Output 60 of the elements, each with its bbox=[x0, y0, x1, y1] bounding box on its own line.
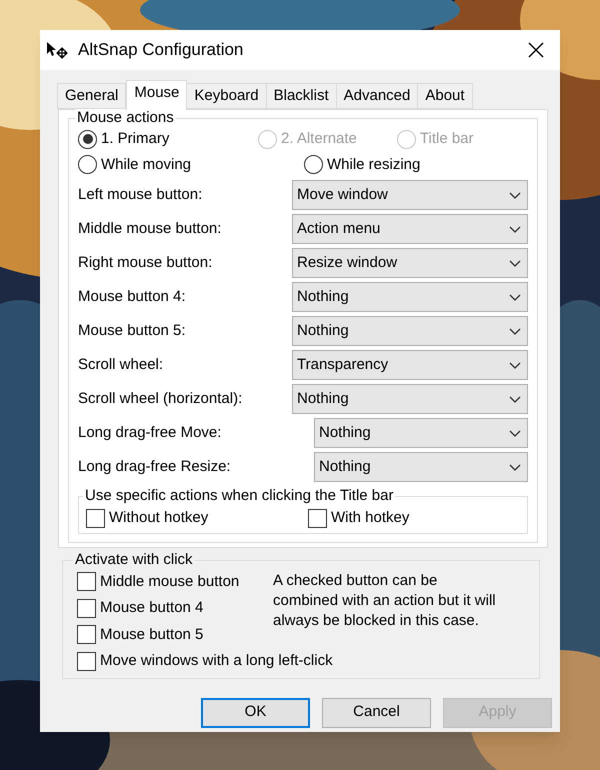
field-label: Long drag-free Move: bbox=[78, 422, 222, 443]
checkbox[interactable] bbox=[308, 508, 327, 528]
checkbox-label: Mouse button 4 bbox=[100, 598, 204, 618]
field-label: Mouse button 4: bbox=[78, 286, 186, 307]
chevron-down-icon bbox=[509, 294, 521, 300]
field-label: Left mouse button: bbox=[78, 184, 202, 205]
checkbox[interactable] bbox=[77, 598, 96, 618]
checkbox-label: With hotkey bbox=[331, 508, 410, 528]
field-label: Right mouse button: bbox=[78, 252, 212, 273]
chevron-down-icon bbox=[509, 396, 521, 402]
dropdown[interactable]: Nothing bbox=[292, 384, 528, 414]
radio-button[interactable] bbox=[78, 130, 97, 149]
tab[interactable]: Keyboard bbox=[186, 83, 267, 109]
group-title: Use specific actions when clicking the Title bar bbox=[83, 487, 396, 505]
dropdown[interactable]: Resize window bbox=[292, 248, 528, 278]
dropdown[interactable]: Nothing bbox=[292, 282, 528, 312]
chevron-down-icon bbox=[509, 464, 521, 470]
dropdown[interactable]: Action menu bbox=[292, 214, 528, 244]
radio-label: 2. Alternate bbox=[281, 129, 357, 149]
tab[interactable]: Advanced bbox=[336, 83, 418, 109]
radio-button[interactable] bbox=[78, 155, 97, 174]
radio-button[interactable] bbox=[304, 155, 323, 174]
tab[interactable]: About bbox=[417, 83, 473, 109]
dialog-button[interactable]: OK bbox=[201, 698, 310, 728]
dropdown[interactable]: Nothing bbox=[314, 418, 528, 448]
close-icon bbox=[528, 42, 544, 58]
checkbox-label: Mouse button 5 bbox=[100, 624, 204, 644]
chevron-down-icon bbox=[509, 328, 521, 334]
dropdown[interactable]: Transparency bbox=[292, 350, 528, 380]
chevron-down-icon bbox=[509, 362, 521, 368]
field-label: Mouse button 5: bbox=[78, 320, 186, 341]
radio-label: 1. Primary bbox=[101, 129, 170, 149]
checkbox-label: Middle mouse button bbox=[100, 572, 240, 592]
field-label: Middle mouse button: bbox=[78, 218, 222, 239]
tab[interactable]: Blacklist bbox=[266, 83, 337, 109]
checkbox-label: Move windows with a long left-click bbox=[100, 651, 333, 671]
dropdown[interactable]: Nothing bbox=[292, 316, 528, 346]
tab[interactable]: Mouse bbox=[126, 80, 188, 110]
tab[interactable]: General bbox=[57, 83, 126, 109]
radio-label: Title bar bbox=[420, 129, 474, 149]
chevron-down-icon bbox=[509, 260, 521, 266]
chevron-down-icon bbox=[509, 226, 521, 232]
dropdown[interactable]: Nothing bbox=[314, 452, 528, 482]
radio-label: While resizing bbox=[327, 154, 420, 174]
field-label: Scroll wheel: bbox=[78, 354, 164, 375]
help-text: A checked button can be combined with an action but it will always be blocked in this case. bbox=[273, 570, 497, 630]
checkbox-label: Without hotkey bbox=[109, 508, 208, 528]
checkbox[interactable] bbox=[86, 508, 105, 528]
checkbox[interactable] bbox=[77, 625, 96, 644]
field-label: Scroll wheel (horizontal): bbox=[78, 388, 242, 409]
field-label: Long drag-free Resize: bbox=[78, 456, 231, 477]
window-title: AltSnap Configuration bbox=[78, 39, 244, 62]
chevron-down-icon bbox=[509, 192, 521, 198]
move-cursor-icon bbox=[46, 41, 68, 59]
chevron-down-icon bbox=[509, 430, 521, 436]
dialog-button[interactable]: Cancel bbox=[322, 698, 431, 728]
dropdown[interactable]: Move window bbox=[292, 180, 528, 210]
radio-label: While moving bbox=[101, 154, 192, 174]
checkbox[interactable] bbox=[77, 572, 96, 592]
checkbox[interactable] bbox=[77, 652, 96, 671]
